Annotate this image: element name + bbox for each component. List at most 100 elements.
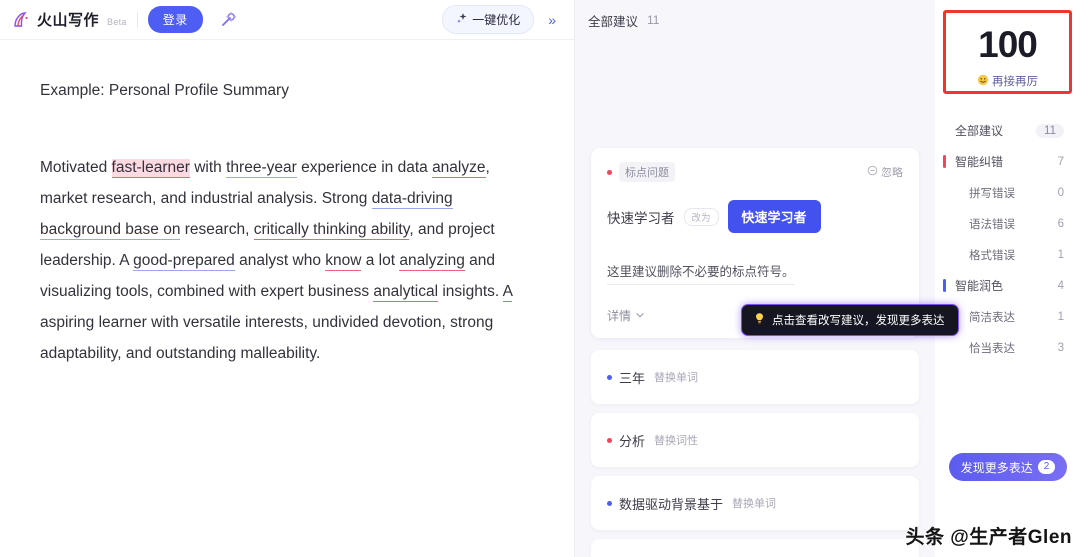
- editor-column: 火山写作 Beta 登录 一键优化 » Example: Personal Pr…: [0, 0, 575, 557]
- category-count: 1: [1057, 248, 1064, 261]
- document-body[interactable]: Motivated fast-learner with three-year e…: [40, 152, 534, 369]
- doc-flagged-span[interactable]: critically thinking ability: [253, 221, 410, 240]
- category-label: 恰当表达: [969, 342, 1015, 355]
- original-text: 快速学习者: [607, 210, 675, 226]
- doc-text-run: experience in data: [296, 159, 433, 176]
- app-root: 火山写作 Beta 登录 一键优化 » Example: Personal Pr…: [0, 0, 1080, 557]
- sparkle-icon: [456, 12, 468, 27]
- suggestions-header-label: 全部建议: [588, 14, 639, 29]
- discover-more-badge: 2: [1037, 460, 1056, 474]
- category-row[interactable]: 格式错误 1: [935, 239, 1080, 270]
- ignore-button[interactable]: 忽略: [867, 164, 903, 180]
- score-caption: 再接再厉: [956, 73, 1059, 89]
- doc-flagged-span[interactable]: analyzing: [399, 252, 465, 271]
- category-label: 格式错误: [969, 249, 1015, 262]
- severity-dot-icon: [607, 374, 612, 380]
- doc-flagged-span[interactable]: three-year: [226, 159, 297, 178]
- doc-flagged-span[interactable]: know: [325, 252, 362, 271]
- suggestions-header: 全部建议 11: [575, 0, 935, 40]
- score-number-text: 100: [978, 24, 1038, 65]
- score-card-wrapper: 100 再接再厉: [943, 10, 1072, 94]
- category-label: 拼写错误: [969, 187, 1015, 200]
- suggestions-header-count: 11: [647, 13, 660, 27]
- score-value: 100: [974, 24, 1041, 66]
- beta-badge: Beta: [107, 16, 127, 27]
- category-row[interactable]: 智能纠错 7: [935, 146, 1080, 177]
- rewrite-tooltip: 点击查看改写建议，发现更多表达: [741, 304, 959, 336]
- volcano-logo-icon: [12, 10, 32, 30]
- discover-more-button[interactable]: 发现更多表达 2: [949, 453, 1067, 481]
- suggestion-card-header: 标点问题 忽略: [607, 162, 903, 182]
- doc-flagged-span[interactable]: good-prepared: [133, 252, 235, 271]
- suggestion-row-kind: 替换词性: [654, 435, 699, 447]
- doc-flagged-span[interactable]: analytical: [373, 283, 439, 302]
- watermark: 头条 @生产者Glen: [905, 527, 1072, 548]
- category-count: 7: [1057, 155, 1064, 168]
- category-count: 3: [1057, 341, 1064, 354]
- suggestion-row[interactable]: 分析 替换词性: [591, 413, 919, 467]
- magic-wand-icon[interactable]: [215, 7, 241, 33]
- category-label: 智能纠错: [955, 155, 1004, 169]
- category-row[interactable]: 智能润色 4: [935, 270, 1080, 301]
- suggestion-row[interactable]: 批判地替换词性: [591, 539, 919, 557]
- chevron-down-icon: [635, 309, 645, 323]
- suggestions-panel: 全部建议 11 标点问题 忽略 快速学习者 改为 快速学习者 这里建议删除不必要…: [575, 0, 959, 557]
- toolbar-divider: [136, 11, 138, 28]
- login-button[interactable]: 登录: [147, 6, 203, 33]
- doc-flagged-span[interactable]: fast-learner: [111, 159, 190, 178]
- one-click-optimize-label: 一键优化: [472, 13, 521, 27]
- severity-dot-icon: [607, 437, 612, 443]
- category-row[interactable]: 全部建议 11: [935, 115, 1080, 146]
- category-accent-bar: [943, 155, 946, 168]
- brand-name: 火山写作: [37, 12, 100, 29]
- category-count: 1: [1057, 310, 1064, 323]
- suggestion-row-kind: 替换单词: [732, 498, 777, 510]
- smile-emoji-icon: [977, 74, 989, 89]
- category-count: 11: [1036, 123, 1064, 138]
- replacement-row: 快速学习者 改为 快速学习者: [607, 200, 903, 233]
- doc-text-run: insights.: [438, 283, 503, 300]
- doc-text-run: aspiring learner with versatile interest…: [40, 314, 494, 362]
- brand-logo: 火山写作 Beta: [12, 9, 127, 30]
- doc-text-run: a lot: [361, 252, 400, 269]
- collapse-panel-icon[interactable]: »: [540, 9, 564, 31]
- apply-replacement-button[interactable]: 快速学习者: [727, 200, 821, 233]
- doc-text-run: Motivated: [40, 159, 112, 176]
- score-sidebar: 100 再接再厉 全部建议 11 智能纠错 7 拼写错误 0 语法错误 6 格式错误 1 智能润: [935, 0, 1080, 557]
- category-label: 全部建议: [955, 124, 1004, 138]
- details-label: 详情: [607, 309, 632, 323]
- doc-text-run: with: [189, 159, 227, 176]
- doc-flagged-span[interactable]: analyze: [432, 159, 486, 178]
- one-click-optimize-button[interactable]: 一键优化: [442, 5, 535, 34]
- top-toolbar: 火山写作 Beta 登录 一键优化 »: [0, 0, 574, 40]
- category-row[interactable]: 拼写错误 0: [935, 177, 1080, 208]
- category-accent-bar: [943, 279, 946, 292]
- suggestion-row-word: 数据驱动背景基于: [619, 496, 724, 512]
- category-label: 语法错误: [969, 218, 1015, 231]
- document-editor[interactable]: Example: Personal Profile Summary Motiva…: [0, 40, 574, 557]
- suggestions-list[interactable]: 标点问题 忽略 快速学习者 改为 快速学习者 这里建议删除不必要的标点符号。 详…: [575, 40, 935, 557]
- doc-flagged-span[interactable]: A: [502, 283, 513, 302]
- lightbulb-icon: [753, 312, 766, 328]
- suggestion-row[interactable]: 三年 替换单词: [591, 350, 919, 404]
- severity-dot-icon: [607, 500, 612, 506]
- category-count: 6: [1057, 217, 1064, 230]
- change-to-pill: 改为: [683, 207, 719, 226]
- suggestion-row[interactable]: 数据驱动背景基于 替换单词: [591, 476, 919, 530]
- discover-more-label: 发现更多表达: [960, 460, 1033, 475]
- document-title: Example: Personal Profile Summary: [40, 82, 289, 99]
- suggestion-row-word: 三年: [619, 370, 646, 386]
- score-card: 100 再接再厉: [956, 22, 1059, 89]
- category-label: 简洁表达: [969, 311, 1015, 324]
- suggestion-type-tag: 标点问题: [619, 162, 675, 182]
- rewrite-tooltip-text: 点击查看改写建议，发现更多表达: [772, 315, 945, 327]
- category-count: 0: [1057, 186, 1064, 199]
- category-row[interactable]: 语法错误 6: [935, 208, 1080, 239]
- suggestion-description: 这里建议删除不必要的标点符号。: [607, 261, 795, 285]
- doc-text-run: analyst who: [234, 252, 326, 269]
- ignore-label: 忽略: [881, 167, 903, 179]
- suggestion-row-word: 分析: [619, 433, 646, 449]
- category-label: 智能润色: [955, 279, 1004, 293]
- doc-text-run: research,: [180, 221, 254, 238]
- category-row[interactable]: 恰当表达 3: [935, 332, 1080, 363]
